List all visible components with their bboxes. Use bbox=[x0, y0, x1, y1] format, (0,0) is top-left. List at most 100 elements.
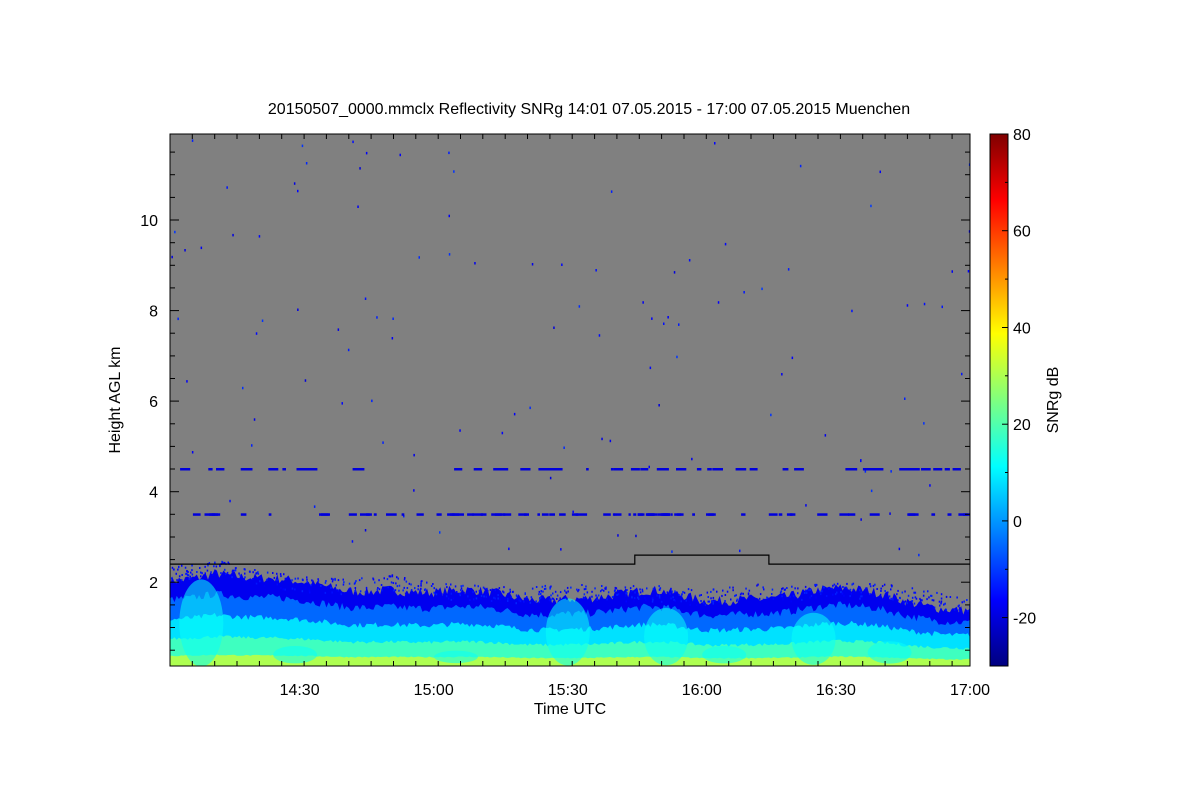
echo-speckle bbox=[706, 591, 709, 594]
echo-speckle bbox=[478, 589, 481, 592]
band-segment bbox=[480, 513, 487, 516]
echo-speckle bbox=[716, 590, 718, 593]
echo-speckle bbox=[232, 569, 234, 572]
band-segment bbox=[907, 513, 916, 516]
echo-speckle bbox=[450, 592, 453, 595]
echo-speckle bbox=[846, 582, 848, 585]
echo-speckle bbox=[564, 589, 566, 592]
echo-speckle bbox=[213, 565, 215, 568]
echo-speckle bbox=[666, 591, 669, 594]
echo-speckle bbox=[732, 586, 734, 589]
colorbar-tick-label: -20 bbox=[1013, 611, 1036, 628]
noise-point bbox=[889, 512, 891, 515]
echo-speckle bbox=[583, 588, 586, 591]
noise-point bbox=[678, 323, 680, 326]
echo-speckle bbox=[433, 587, 435, 590]
echo-speckle bbox=[804, 591, 806, 594]
band-segment bbox=[282, 468, 286, 471]
echo-speckle bbox=[490, 600, 493, 602]
colorbar-tick-label: 60 bbox=[1013, 224, 1031, 241]
echo-speckle bbox=[652, 587, 655, 590]
echo-speckle bbox=[483, 595, 485, 598]
echo-speckle bbox=[913, 602, 916, 605]
echo-speckle bbox=[576, 588, 578, 591]
echo-speckle bbox=[259, 583, 262, 586]
noise-point bbox=[671, 550, 673, 553]
echo-speckle bbox=[805, 589, 807, 592]
echo-speckle bbox=[869, 583, 871, 586]
band-segment bbox=[539, 468, 552, 471]
noise-point bbox=[824, 434, 827, 437]
noise-point bbox=[941, 305, 943, 309]
y-tick-label: 8 bbox=[149, 304, 158, 321]
echo-speckle bbox=[284, 577, 287, 580]
echo-speckle bbox=[758, 597, 761, 600]
echo-speckle bbox=[494, 589, 497, 592]
noise-point bbox=[667, 316, 669, 319]
echo-speckle bbox=[447, 597, 450, 600]
echo-speckle bbox=[963, 600, 965, 603]
noise-point bbox=[951, 270, 953, 273]
echo-speckle bbox=[196, 571, 198, 573]
band-segment bbox=[454, 468, 463, 471]
echo-speckle bbox=[747, 592, 750, 595]
noise-point bbox=[923, 422, 925, 425]
echo-speckle bbox=[718, 600, 720, 603]
band-segment bbox=[603, 513, 611, 516]
echo-speckle bbox=[872, 596, 875, 599]
echo-speckle bbox=[943, 603, 945, 606]
echo-speckle bbox=[583, 593, 586, 596]
noise-point bbox=[578, 305, 581, 308]
echo-speckle bbox=[843, 594, 845, 597]
noise-point bbox=[609, 439, 612, 443]
echo-speckle bbox=[836, 582, 839, 585]
echo-speckle bbox=[392, 582, 395, 584]
echo-speckle bbox=[294, 577, 297, 580]
echo-speckle bbox=[632, 585, 635, 588]
echo-speckle bbox=[354, 587, 357, 589]
echo-speckle bbox=[210, 571, 212, 574]
echo-speckle bbox=[779, 596, 782, 599]
echo-speckle bbox=[330, 586, 332, 589]
echo-speckle bbox=[923, 590, 925, 593]
echo-speckle bbox=[342, 583, 345, 586]
echo-speckle bbox=[191, 573, 194, 576]
echo-speckle bbox=[639, 588, 641, 591]
band-segment bbox=[817, 513, 828, 516]
noise-point bbox=[673, 271, 676, 274]
echo-speckle bbox=[433, 591, 435, 594]
echo-speckle bbox=[207, 564, 209, 567]
echo-speckle bbox=[670, 587, 672, 590]
echo-speckle bbox=[596, 596, 598, 599]
echo-speckle bbox=[336, 589, 339, 592]
noise-point bbox=[890, 470, 892, 473]
band-segment bbox=[436, 513, 439, 516]
y-tick-label: 2 bbox=[149, 575, 158, 592]
echo-speckle bbox=[670, 595, 672, 597]
noise-point bbox=[648, 465, 650, 469]
band-segment bbox=[373, 513, 377, 516]
echo-speckle bbox=[832, 584, 834, 587]
band-segment bbox=[586, 468, 589, 471]
echo-speckle bbox=[884, 590, 886, 592]
echo-speckle bbox=[645, 599, 647, 602]
echo-speckle bbox=[485, 595, 488, 598]
band-segment bbox=[452, 513, 464, 516]
echo-speckle bbox=[685, 599, 687, 602]
band-segment bbox=[240, 513, 247, 516]
echo-speckle bbox=[586, 591, 589, 594]
echo-speckle bbox=[928, 596, 930, 599]
echo-speckle bbox=[535, 600, 537, 603]
band-segment bbox=[493, 468, 504, 471]
echo-speckle bbox=[931, 599, 934, 602]
echo-speckle bbox=[906, 602, 908, 605]
echo-speckle bbox=[549, 587, 551, 590]
echo-speckle bbox=[221, 560, 223, 563]
echo-speckle bbox=[809, 588, 811, 591]
echo-speckle bbox=[171, 577, 173, 580]
echo-speckle bbox=[840, 591, 842, 594]
echo-speckle bbox=[283, 573, 285, 576]
echo-speckle bbox=[872, 584, 875, 587]
noise-point bbox=[200, 246, 203, 250]
echo-speckle bbox=[538, 601, 540, 604]
